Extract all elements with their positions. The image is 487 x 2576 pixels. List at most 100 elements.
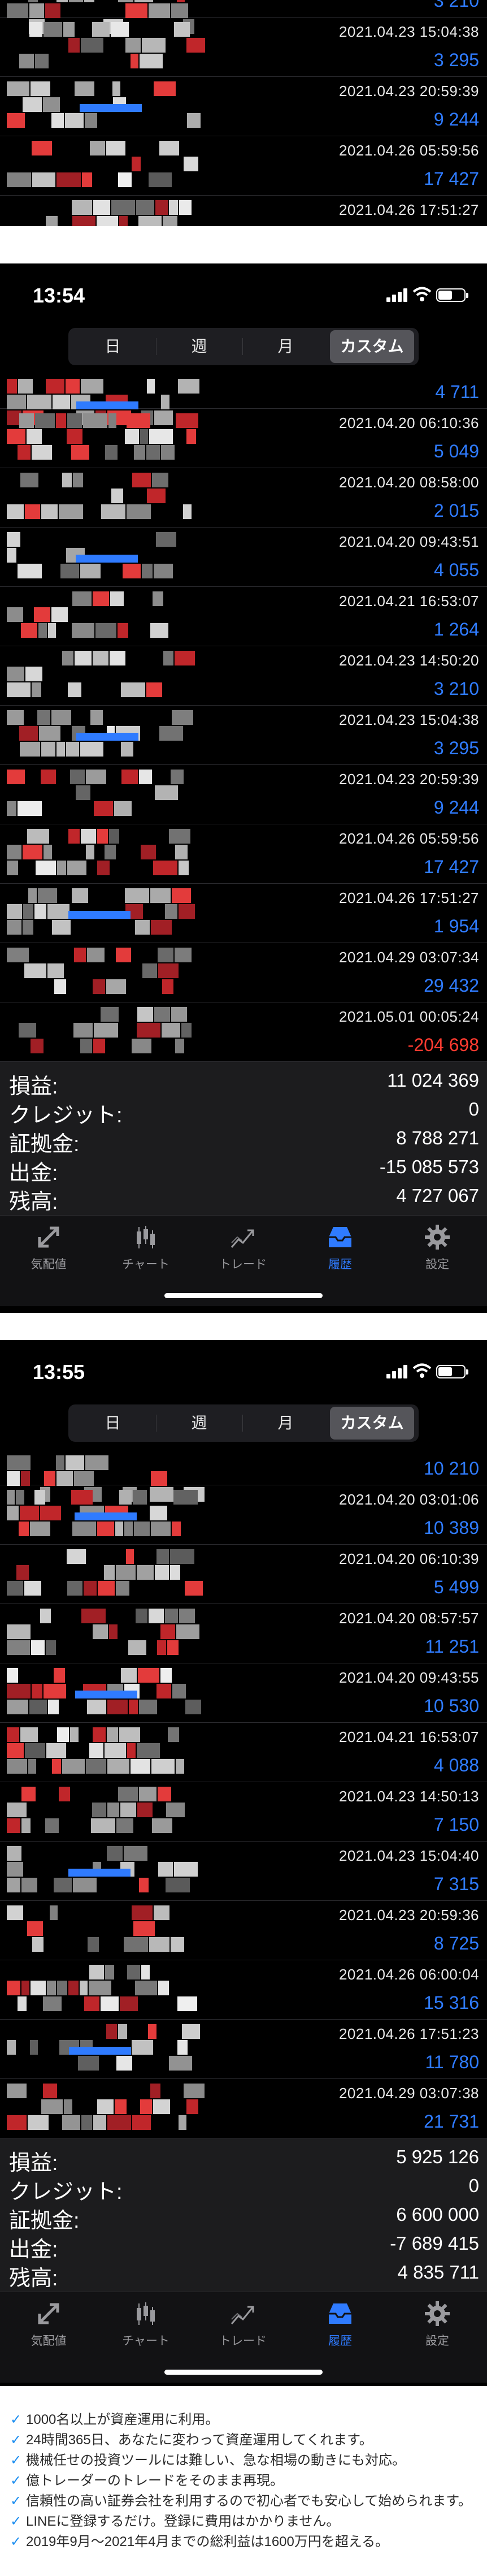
history-row[interactable]: 2021.04.23 15:04:38 3 295 <box>0 18 487 77</box>
history-row[interactable]: 2021.04.20 08:58:00 2 015 <box>0 468 487 528</box>
segment-day[interactable]: 日 <box>71 1407 155 1440</box>
segment-week[interactable]: 週 <box>157 1407 241 1440</box>
history-row[interactable]: 2021.04.20 09:43:55 10 530 <box>0 1663 487 1723</box>
history-row[interactable]: 10 210 <box>0 1451 487 1502</box>
history-row[interactable]: 2021.04.23 14:50:20 3 210 <box>0 646 487 706</box>
feature-item: ✓ 1000名以上が資産運用に利用。 <box>7 2410 480 2430</box>
summary-credit: クレジット: 0 <box>0 1095 487 1127</box>
history-row[interactable]: 4 711 <box>0 374 487 425</box>
trade-icon <box>194 2300 292 2327</box>
tab-history[interactable]: 履歴 <box>292 2300 389 2362</box>
row-datetime: 2021.04.29 03:07:34 <box>338 949 479 966</box>
feature-item: ✓ 信頼性の高い証券会社を利用するので初心者でも安心して始められます。 <box>7 2491 480 2512</box>
summary-value: -7 689 415 <box>390 2233 479 2254</box>
row-profit: 15 316 <box>424 1992 479 2013</box>
history-list-fragment: 3 210 2021.04.23 15:04:38 3 295 2021.04.23 … <box>0 0 487 226</box>
period-segmented-control: 日週月カスタム <box>68 328 419 365</box>
segment-custom[interactable]: カスタム <box>330 330 414 363</box>
history-row[interactable]: 2021.04.23 15:04:40 7 315 <box>0 1842 487 1901</box>
tab-trade[interactable]: トレード <box>194 1224 292 1286</box>
history-row[interactable]: 2021.04.23 20:59:39 9 244 <box>0 765 487 824</box>
segment-day[interactable]: 日 <box>71 330 155 363</box>
row-profit: 7 315 <box>433 1874 479 1894</box>
summary-value: 4 835 711 <box>397 2262 479 2283</box>
history-row[interactable]: 2021.05.01 00:05:24 -204 698 <box>0 1002 487 1062</box>
tab-settings[interactable]: 設定 <box>389 2300 486 2362</box>
history-row[interactable]: 2021.04.26 17:51:23 11 780 <box>0 2020 487 2079</box>
redacted-symbol <box>7 1965 197 2015</box>
row-datetime: 2021.04.26 17:51:23 <box>338 2025 479 2042</box>
redacted-symbol <box>7 1455 205 1502</box>
row-datetime: 2021.04.20 03:01:06 <box>338 1491 479 1508</box>
history-row[interactable]: 2021.04.26 06:00:04 15 316 <box>0 1960 487 2020</box>
history-row[interactable]: 2021.04.23 20:59:39 9 244 <box>0 77 487 136</box>
row-profit: 1 264 <box>433 619 479 639</box>
feature-list: ✓ 1000名以上が資産運用に利用。 ✓ 24時間365日、あなたに変わって資産運用し… <box>0 2410 487 2576</box>
history-row[interactable]: 2021.04.20 03:01:06 10 389 <box>0 1485 487 1545</box>
row-datetime: 2021.04.20 06:10:39 <box>338 1550 479 1567</box>
redacted-symbol <box>7 0 194 34</box>
history-row[interactable]: 2021.04.20 09:43:51 4 055 <box>0 528 487 587</box>
redacted-symbol <box>7 200 193 226</box>
redacted-symbol <box>7 532 193 582</box>
tab-chart[interactable]: チャート <box>97 1224 194 1286</box>
history-row[interactable]: 2021.04.29 03:07:34 29 432 <box>0 943 487 1002</box>
summary-withdrawal: 出金: -7 689 415 <box>0 2229 487 2262</box>
history-row[interactable]: 2021.04.20 06:10:36 5 049 <box>0 409 487 468</box>
tab-settings[interactable]: 設定 <box>389 1224 486 1286</box>
row-profit: 4 711 <box>435 382 479 402</box>
row-profit: 29 432 <box>424 975 479 996</box>
history-row[interactable]: 2021.04.23 15:04:38 3 295 <box>0 706 487 765</box>
tab-quotes[interactable]: 気配値 <box>0 2300 97 2362</box>
row-profit: 3 210 <box>433 0 479 11</box>
segment-month[interactable]: 月 <box>244 330 328 363</box>
redacted-symbol <box>7 2024 200 2074</box>
tab-label: 履歴 <box>328 1258 352 1271</box>
history-row[interactable]: 2021.04.29 03:07:38 21 731 <box>0 2079 487 2138</box>
tab-label: トレード <box>219 2335 267 2348</box>
segment-week[interactable]: 週 <box>157 330 241 363</box>
history-row[interactable]: 3 210 <box>0 0 487 34</box>
redacted-symbol <box>7 141 198 191</box>
screenshot-2: 13:55 日週月カスタム 10 210 2021.04.20 03:01:06 10 … <box>0 1340 487 2386</box>
row-profit: 2 015 <box>433 500 479 521</box>
summary-value: 0 <box>468 2175 479 2196</box>
history-row[interactable]: 2021.04.21 16:53:07 4 088 <box>0 1723 487 1782</box>
history-row[interactable]: 2021.04.20 06:10:39 5 499 <box>0 1545 487 1604</box>
feature-text: LINEに登録するだけ。登録に費用はかかりません。 <box>26 2514 340 2529</box>
row-profit: 3 295 <box>433 738 479 758</box>
row-datetime: 2021.04.23 15:04:40 <box>338 1847 479 1864</box>
row-profit: 11 251 <box>425 1636 480 1657</box>
feature-text: 機械任せの投資ツールには難しい、急な相場の動きにも対応。 <box>26 2453 406 2468</box>
feature-item: ✓ 機械任せの投資ツールには難しい、急な相場の動きにも対応。 <box>7 2450 480 2471</box>
tab-trade[interactable]: トレード <box>194 2300 292 2362</box>
segment-month[interactable]: 月 <box>244 1407 328 1440</box>
redacted-symbol <box>7 710 193 760</box>
summary-balance: 残高: 4 727 067 <box>0 1182 487 1214</box>
row-datetime: 2021.04.20 08:58:00 <box>338 474 479 491</box>
redacted-symbol <box>7 379 199 425</box>
history-icon <box>292 2300 389 2327</box>
tab-label: チャート <box>122 1258 169 1271</box>
tab-label: 設定 <box>425 2335 449 2348</box>
history-row[interactable]: 2021.04.20 08:57:57 11 251 <box>0 1604 487 1663</box>
history-row[interactable]: 2021.04.26 05:59:56 17 427 <box>0 824 487 884</box>
tab-quotes[interactable]: 気配値 <box>0 1224 97 1286</box>
summary-profit-loss: 損益: 11 024 369 <box>0 1066 487 1099</box>
segment-custom[interactable]: カスタム <box>330 1407 414 1440</box>
battery-icon <box>436 288 468 302</box>
redacted-symbol <box>7 1490 198 1540</box>
tab-chart[interactable]: チャート <box>97 2300 194 2362</box>
history-row[interactable]: 2021.04.26 17:51:27 1 954 <box>0 884 487 943</box>
history-row[interactable]: 2021.04.23 14:50:13 7 150 <box>0 1782 487 1842</box>
history-row[interactable]: 2021.04.23 20:59:36 8 725 <box>0 1901 487 1960</box>
feature-text: 1000名以上が資産運用に利用。 <box>26 2412 219 2427</box>
history-row[interactable]: 2021.04.21 16:53:07 1 264 <box>0 587 487 646</box>
history-row[interactable]: 2021.04.26 17:51:27 <box>0 196 487 226</box>
quotes-icon <box>0 2300 97 2327</box>
summary-value: 5 925 126 <box>396 2146 479 2167</box>
checkmark-icon: ✓ <box>10 2473 22 2488</box>
history-row[interactable]: 2021.04.26 05:59:56 17 427 <box>0 136 487 196</box>
tab-history[interactable]: 履歴 <box>292 1224 389 1286</box>
settings-icon <box>389 1224 486 1251</box>
